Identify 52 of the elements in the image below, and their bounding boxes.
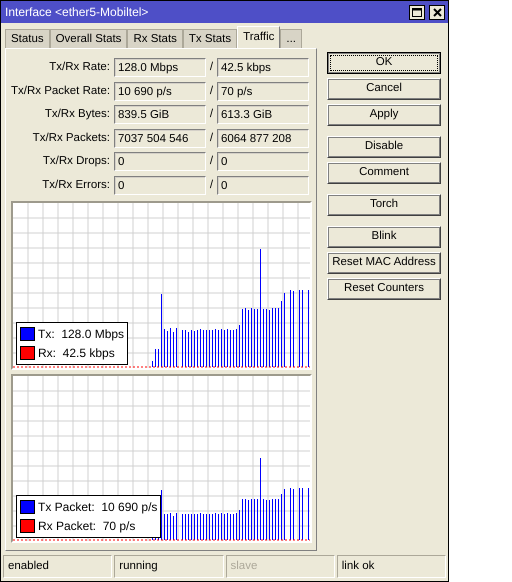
legend-text: Tx: 128.0 Mbps <box>38 326 124 343</box>
field-label: Tx/Rx Bytes: <box>44 107 111 122</box>
value-field: 0 <box>114 152 206 172</box>
window-title: Interface <ether5-Mobiltel> <box>5 4 150 21</box>
action-button[interactable]: Disable <box>327 136 441 158</box>
tab[interactable]: ... <box>280 29 302 48</box>
legend-text: Rx: 42.5 kbps <box>38 345 115 362</box>
status-text: link ok <box>336 555 446 578</box>
value-field: 0 <box>114 176 206 195</box>
separator-text: / <box>208 130 214 146</box>
action-button[interactable]: OK <box>327 52 441 74</box>
action-button[interactable]: Blink <box>327 226 441 248</box>
separator-text: / <box>208 84 214 99</box>
close-button[interactable] <box>429 4 445 20</box>
action-button[interactable]: Apply <box>327 104 441 126</box>
separator-text: / <box>208 107 214 122</box>
field-label: Tx/Rx Packet Rate: <box>11 84 112 99</box>
tab[interactable]: Tx Stats <box>182 29 238 48</box>
separator-text: / <box>208 60 214 76</box>
value-field: 613.3 GiB <box>217 105 309 124</box>
tab[interactable]: Status <box>5 29 50 48</box>
value-field: 7037 504 546 <box>114 128 206 148</box>
field-label: Tx/Rx Packets: <box>32 130 111 146</box>
action-button[interactable]: Reset Counters <box>327 278 441 300</box>
status-text: enabled <box>3 555 112 578</box>
value-field: 10 690 p/s <box>114 82 206 101</box>
tab[interactable]: Overall Stats <box>50 29 128 48</box>
legend-text: Tx Packet: 10 690 p/s <box>38 499 158 516</box>
action-button[interactable]: Reset MAC Address <box>327 252 441 274</box>
close-icon <box>432 8 442 16</box>
tab[interactable]: Traffic <box>237 26 280 48</box>
value-field: 42.5 kbps <box>217 58 309 78</box>
status-text: slave <box>226 555 335 578</box>
action-button[interactable]: Comment <box>327 162 441 184</box>
value-field: 0 <box>217 176 309 195</box>
value-field: 6064 877 208 <box>217 128 309 148</box>
field-label: Tx/Rx Rate: <box>48 60 111 76</box>
maximize-button[interactable] <box>409 4 425 20</box>
field-label: Tx/Rx Errors: <box>41 178 111 193</box>
value-field: 128.0 Mbps <box>114 58 206 78</box>
maximize-icon <box>412 8 422 16</box>
separator-text: / <box>208 154 214 170</box>
field-label: Tx/Rx Drops: <box>42 154 111 170</box>
action-button[interactable]: Cancel <box>327 78 441 100</box>
value-field: 839.5 GiB <box>114 105 206 124</box>
separator-text: / <box>208 178 214 193</box>
status-text: running <box>114 555 224 578</box>
legend-text: Rx Packet: 70 p/s <box>38 518 136 535</box>
value-field: 0 <box>217 152 309 172</box>
value-field: 70 p/s <box>217 82 309 101</box>
action-button[interactable]: Torch <box>327 194 441 216</box>
tab[interactable]: Rx Stats <box>127 29 183 48</box>
